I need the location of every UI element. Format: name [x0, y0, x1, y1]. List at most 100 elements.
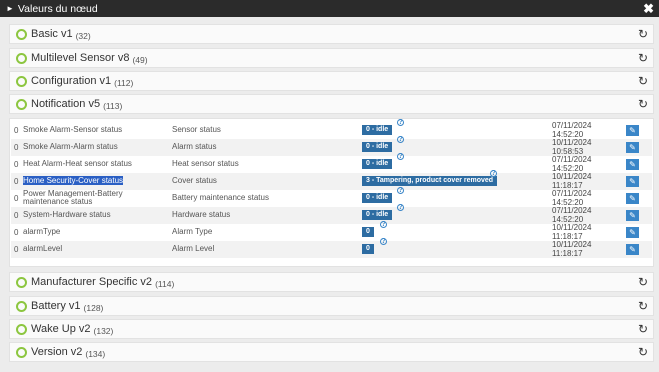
help-icon[interactable]: ?: [397, 187, 404, 194]
value-badge: 0 - idle: [362, 125, 393, 135]
circle-icon: [16, 300, 27, 312]
help-icon[interactable]: ?: [397, 204, 404, 211]
timestamp: 10/11/2024 11:18:17: [552, 240, 592, 258]
value-badge: 3 - Tampering, product cover removed: [362, 176, 498, 186]
section-multilevel-sensor[interactable]: Multilevel Sensor v8 (49) ↻: [9, 48, 654, 68]
circle-icon: [16, 75, 27, 87]
section-title: Multilevel Sensor v8: [31, 52, 130, 64]
section-title: Manufacturer Specific v2: [31, 276, 153, 288]
edit-button[interactable]: ✎: [626, 244, 639, 255]
value-name: Power Management-Battery maintenance sta…: [23, 189, 123, 206]
section-count: (132): [93, 325, 114, 336]
edit-button[interactable]: ✎: [626, 176, 639, 187]
section-version[interactable]: Version v2 (134) ↻: [9, 342, 654, 362]
table-row: 0 System-Hardware status Hardware status…: [11, 204, 652, 224]
value-badge: 0: [362, 227, 374, 237]
value-name: Smoke Alarm-Sensor status: [23, 125, 123, 134]
edit-button[interactable]: ✎: [626, 142, 639, 153]
help-icon[interactable]: ?: [397, 136, 404, 143]
edit-button[interactable]: ✎: [626, 227, 639, 238]
window-title: Valeurs du nœud: [17, 2, 98, 15]
row-index: 0: [14, 194, 19, 203]
section-count: (113): [103, 100, 123, 111]
value-label: Alarm status: [172, 142, 217, 151]
edit-button[interactable]: ✎: [626, 193, 639, 204]
section-title: Version v2: [31, 346, 83, 358]
table-row: 0 alarmType Alarm Type 0 ? 10/11/2024 11:…: [11, 221, 652, 241]
section-count: (114): [155, 278, 175, 289]
edit-button[interactable]: ✎: [626, 210, 639, 221]
help-icon[interactable]: ?: [490, 170, 497, 177]
row-index: 0: [14, 126, 19, 135]
table-row: 0 Smoke Alarm-Sensor status Sensor statu…: [11, 119, 652, 139]
edit-button[interactable]: ✎: [626, 125, 639, 136]
section-count: (32): [75, 30, 91, 41]
circle-icon: [16, 276, 27, 288]
value-name: alarmType: [23, 227, 61, 236]
pencil-icon: ✎: [629, 194, 636, 203]
row-index: 0: [14, 160, 19, 169]
refresh-icon[interactable]: ↻: [638, 51, 648, 65]
row-index: 0: [14, 143, 19, 152]
section-basic[interactable]: Basic v1 (32) ↻: [9, 24, 654, 44]
help-icon[interactable]: ?: [397, 119, 404, 126]
table-row: 0 Heat Alarm-Heat sensor status Heat sen…: [11, 153, 652, 173]
row-index: 0: [14, 245, 19, 254]
row-index: 0: [14, 177, 19, 186]
timestamp: 07/11/2024 14:52:20: [552, 155, 592, 173]
table-row: 0 Power Management-Battery maintenance s…: [11, 187, 652, 207]
refresh-icon[interactable]: ↻: [638, 27, 648, 41]
timestamp: 10/11/2024 11:18:17: [552, 223, 592, 241]
row-index: 0: [14, 228, 19, 237]
refresh-icon[interactable]: ↻: [638, 74, 648, 88]
edit-button[interactable]: ✎: [626, 159, 639, 170]
value-label: Heat sensor status: [172, 159, 239, 168]
value-badge: 0 - idle: [362, 142, 393, 152]
refresh-icon[interactable]: ↻: [638, 345, 648, 359]
section-notification[interactable]: Notification v5 (113) ↻: [9, 94, 654, 114]
section-count: (49): [132, 54, 148, 65]
section-configuration[interactable]: Configuration v1 (112) ↻: [9, 71, 654, 91]
pencil-icon: ✎: [629, 228, 636, 237]
value-badge: 0: [362, 244, 374, 254]
close-icon[interactable]: ✖: [643, 1, 654, 17]
timestamp: 07/11/2024 14:52:20: [552, 189, 592, 207]
section-title: Wake Up v2: [31, 323, 91, 335]
notification-values-table: 0 Smoke Alarm-Sensor status Sensor statu…: [9, 118, 654, 267]
refresh-icon[interactable]: ↻: [638, 322, 648, 336]
table-row: 0 Home Security-Cover status Cover statu…: [11, 170, 652, 190]
value-name: Home Security-Cover status: [23, 176, 163, 185]
value-name: Heat Alarm-Heat sensor status: [23, 159, 132, 168]
value-label: Hardware status: [172, 210, 231, 219]
pencil-icon: ✎: [629, 126, 636, 135]
timestamp: 10/11/2024 11:18:17: [552, 172, 592, 190]
section-count: (134): [85, 348, 106, 359]
value-name: Smoke Alarm-Alarm status: [23, 142, 118, 151]
section-title: Notification v5: [31, 98, 101, 110]
section-battery[interactable]: Battery v1 (128) ↻: [9, 296, 654, 316]
value-label: Battery maintenance status: [172, 193, 269, 202]
value-badge: 0 - idle: [362, 159, 393, 169]
selected-text: Home Security-Cover status: [23, 176, 124, 185]
value-name: alarmLevel: [23, 244, 63, 253]
value-label: Cover status: [172, 176, 217, 185]
refresh-icon[interactable]: ↻: [638, 299, 648, 313]
circle-icon: [16, 98, 27, 110]
section-manufacturer-specific[interactable]: Manufacturer Specific v2 (114) ↻: [9, 272, 654, 292]
timestamp: 07/11/2024 14:52:20: [552, 206, 592, 224]
section-title: Configuration v1: [31, 75, 112, 87]
pencil-icon: ✎: [629, 143, 636, 152]
section-count: (128): [83, 302, 104, 313]
help-icon[interactable]: ?: [380, 221, 387, 228]
circle-icon: [16, 28, 27, 40]
refresh-icon[interactable]: ↻: [638, 275, 648, 289]
row-index: 0: [14, 211, 19, 220]
circle-icon: [16, 52, 27, 64]
window-titlebar: ► Valeurs du nœud ✖: [0, 0, 659, 17]
section-wake-up[interactable]: Wake Up v2 (132) ↻: [9, 319, 654, 339]
value-name: System-Hardware status: [23, 210, 111, 219]
refresh-icon[interactable]: ↻: [638, 97, 648, 111]
table-row: 0 Smoke Alarm-Alarm status Alarm status …: [11, 136, 652, 156]
help-icon[interactable]: ?: [397, 153, 404, 160]
help-icon[interactable]: ?: [380, 238, 387, 245]
